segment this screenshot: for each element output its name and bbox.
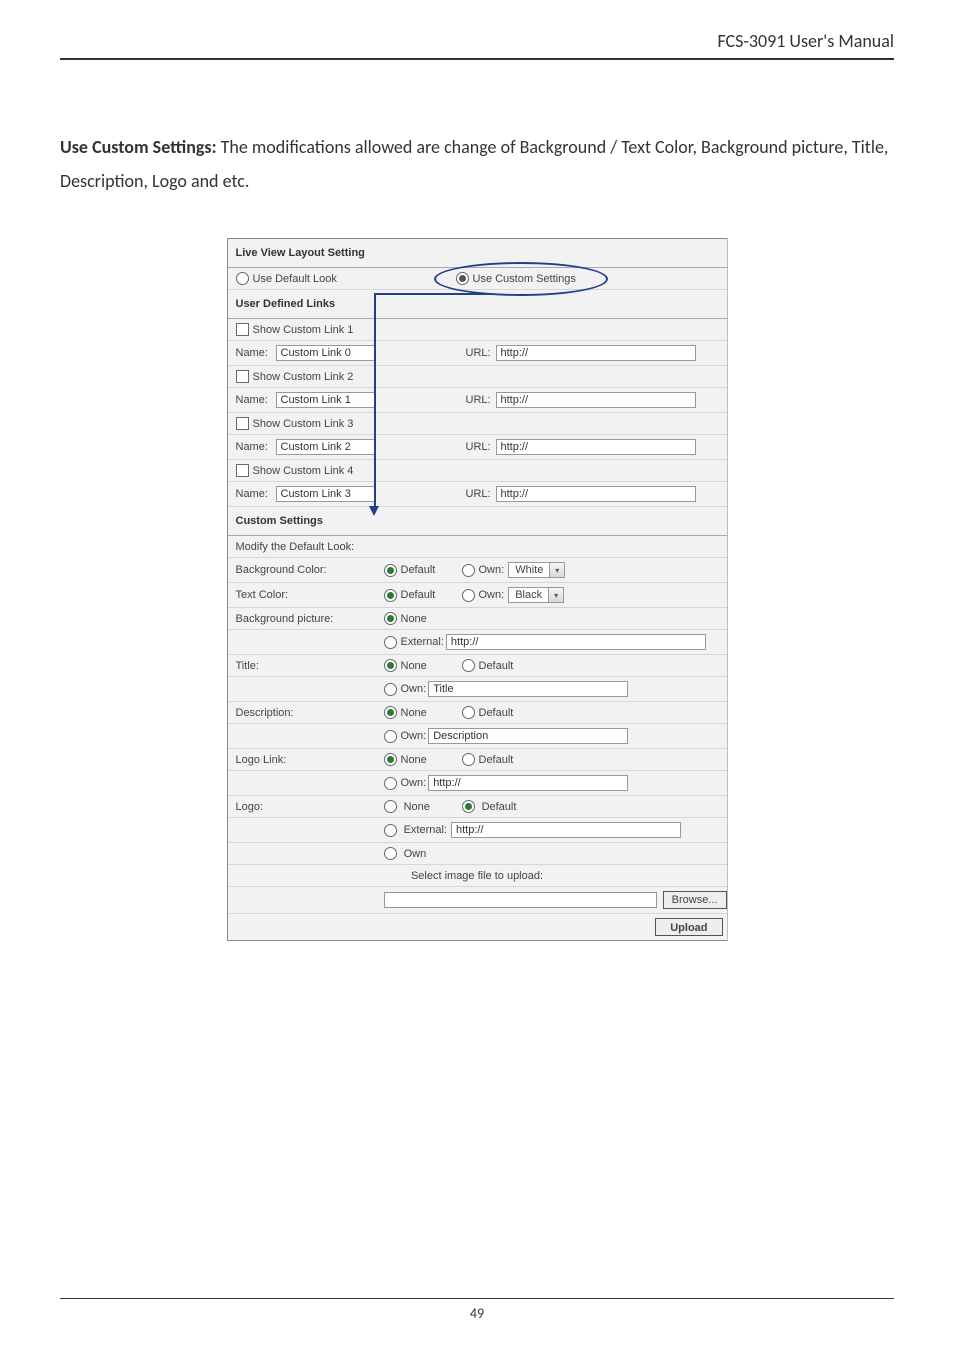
title-own: Own: [401, 683, 427, 695]
intro-lead: Use Custom Settings: [60, 136, 217, 158]
use-custom-label: Use Custom Settings [473, 273, 576, 285]
checkbox-show-link-3[interactable] [236, 417, 249, 430]
checkbox-show-link-4[interactable] [236, 464, 249, 477]
radio-use-default[interactable] [236, 272, 249, 285]
radio-desc-none[interactable] [384, 706, 397, 719]
chevron-down-icon: ▾ [549, 563, 564, 577]
link1-url-input[interactable]: http:// [496, 345, 696, 361]
logo-external: External: [404, 824, 447, 836]
manual-title: FCS-3091 User's Manual [717, 30, 894, 52]
show-link-2-label: Show Custom Link 2 [253, 371, 354, 383]
logo-none: None [404, 801, 430, 813]
link4-name-label: Name: [236, 488, 276, 500]
bgpic-external: External: [401, 636, 444, 648]
radio-logo-default[interactable] [462, 800, 475, 813]
chevron-down-icon: ▾ [548, 588, 563, 602]
page-header: FCS-3091 User's Manual [60, 30, 894, 60]
radio-logo-own[interactable] [384, 847, 397, 860]
browse-button[interactable]: Browse... [663, 891, 727, 909]
radio-bgcolor-default[interactable] [384, 564, 397, 577]
layout-heading: Live View Layout Setting [228, 239, 727, 268]
link2-name-input[interactable]: Custom Link 1 [276, 392, 376, 408]
link3-url-label: URL: [466, 441, 496, 453]
upload-button[interactable]: Upload [655, 918, 722, 936]
bgpic-label: Background picture: [236, 613, 384, 625]
logolink-own: Own: [401, 777, 427, 789]
radio-title-none[interactable] [384, 659, 397, 672]
radio-textcolor-own[interactable] [462, 589, 475, 602]
upload-path-input[interactable] [384, 892, 657, 908]
bgcolor-own: Own: [479, 564, 505, 576]
desc-none: None [401, 707, 427, 719]
radio-bgpic-none[interactable] [384, 612, 397, 625]
link2-name-label: Name: [236, 394, 276, 406]
desc-default: Default [479, 707, 514, 719]
radio-logo-external[interactable] [384, 824, 397, 837]
use-default-label: Use Default Look [253, 273, 337, 285]
bgcolor-value: White [515, 564, 543, 576]
radio-bgpic-external[interactable] [384, 636, 397, 649]
textcolor-default: Default [401, 589, 436, 601]
link4-url-input[interactable]: http:// [496, 486, 696, 502]
bgpic-external-input[interactable]: http:// [446, 634, 706, 650]
link3-url-input[interactable]: http:// [496, 439, 696, 455]
link2-url-input[interactable]: http:// [496, 392, 696, 408]
radio-bgcolor-own[interactable] [462, 564, 475, 577]
bgpic-none: None [401, 613, 427, 625]
radio-desc-default[interactable] [462, 706, 475, 719]
select-image-label: Select image file to upload: [411, 870, 543, 882]
textcolor-own: Own: [479, 589, 505, 601]
radio-logo-none[interactable] [384, 800, 397, 813]
radio-title-own[interactable] [384, 683, 397, 696]
link1-name-input[interactable]: Custom Link 0 [276, 345, 376, 361]
link3-name-label: Name: [236, 441, 276, 453]
logolink-none: None [401, 754, 427, 766]
radio-title-default[interactable] [462, 659, 475, 672]
show-link-3-label: Show Custom Link 3 [253, 418, 354, 430]
page-number: 49 [470, 1305, 484, 1322]
radio-textcolor-default[interactable] [384, 589, 397, 602]
checkbox-show-link-2[interactable] [236, 370, 249, 383]
show-link-4-label: Show Custom Link 4 [253, 465, 354, 477]
radio-desc-own[interactable] [384, 730, 397, 743]
bgcolor-label: Background Color: [236, 564, 384, 576]
link4-url-label: URL: [466, 488, 496, 500]
radio-logolink-own[interactable] [384, 777, 397, 790]
link4-name-input[interactable]: Custom Link 3 [276, 486, 376, 502]
logolink-label: Logo Link: [236, 754, 384, 766]
page-footer: 49 [60, 1298, 894, 1322]
desc-own: Own: [401, 730, 427, 742]
radio-use-custom[interactable] [456, 272, 469, 285]
title-default: Default [479, 660, 514, 672]
logolink-own-input[interactable]: http:// [428, 775, 628, 791]
checkbox-show-link-1[interactable] [236, 323, 249, 336]
link2-url-label: URL: [466, 394, 496, 406]
show-link-1-label: Show Custom Link 1 [253, 324, 354, 336]
bgcolor-select[interactable]: White ▾ [508, 562, 565, 578]
logo-label: Logo: [236, 801, 384, 813]
textcolor-select[interactable]: Black ▾ [508, 587, 564, 603]
textcolor-value: Black [515, 589, 542, 601]
links-heading: User Defined Links [228, 290, 727, 319]
settings-panel: Live View Layout Setting Use Default Loo… [227, 238, 727, 941]
link1-url-label: URL: [466, 347, 496, 359]
radio-logolink-default[interactable] [462, 753, 475, 766]
logolink-default: Default [479, 754, 514, 766]
modify-label: Modify the Default Look: [236, 541, 355, 553]
desc-own-input[interactable]: Description [428, 728, 628, 744]
title-own-input[interactable]: Title [428, 681, 628, 697]
radio-logolink-none[interactable] [384, 753, 397, 766]
logo-external-input[interactable]: http:// [451, 822, 681, 838]
textcolor-label: Text Color: [236, 589, 384, 601]
desc-label: Description: [236, 707, 384, 719]
title-none: None [401, 660, 427, 672]
logo-default: Default [482, 801, 517, 813]
intro-paragraph: Use Custom Settings: The modifications a… [60, 130, 894, 198]
title-label: Title: [236, 660, 384, 672]
bgcolor-default: Default [401, 564, 436, 576]
link1-name-label: Name: [236, 347, 276, 359]
custom-heading: Custom Settings [228, 507, 727, 536]
logo-own: Own [404, 848, 427, 860]
link3-name-input[interactable]: Custom Link 2 [276, 439, 376, 455]
